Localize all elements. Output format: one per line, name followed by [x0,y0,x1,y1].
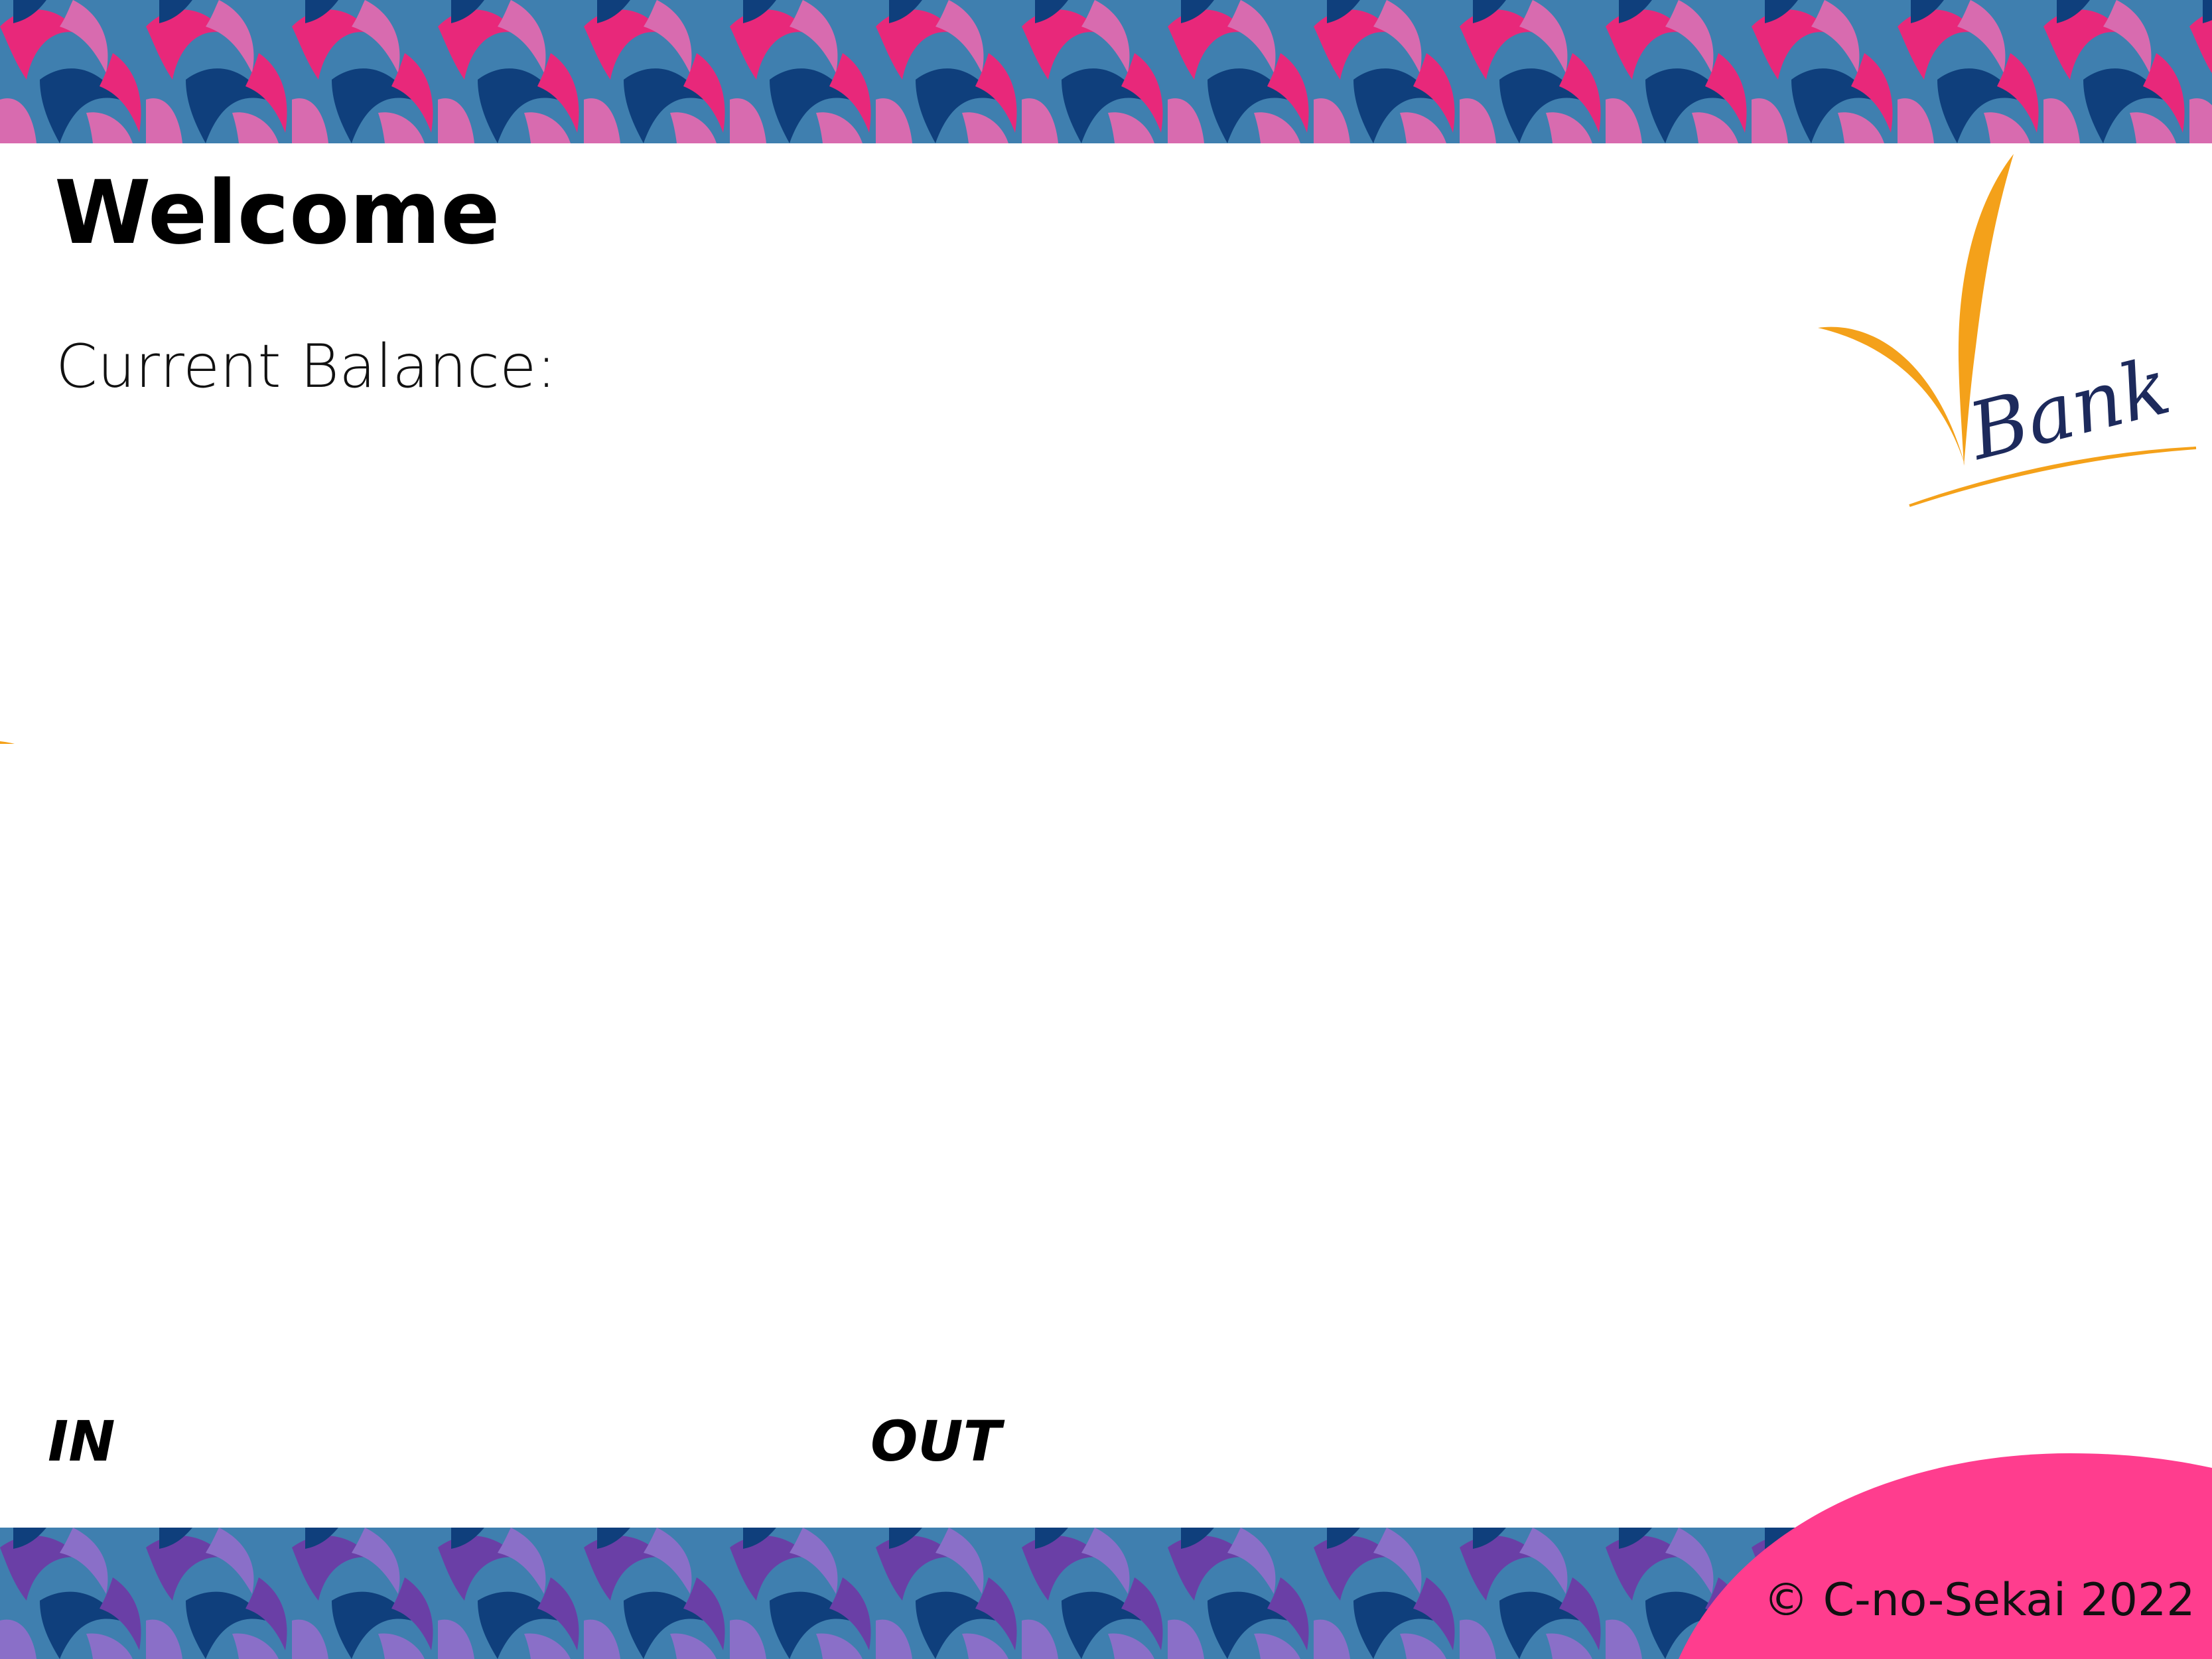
vbank-page: Welcome Current Balance: IN OUT Bank © C… [0,0,2212,1659]
in-column-header: IN [48,1409,115,1474]
top-pattern-band [0,0,2212,143]
out-column-header: OUT [870,1409,1001,1474]
vbank-logo-icon: Bank [1818,154,2197,507]
page-title: Welcome [54,162,500,264]
corner-accent-shape [1679,1453,2212,1659]
current-balance-label: Current Balance: [56,332,557,401]
edge-accent-mark [0,741,15,744]
logo-text: Bank [1959,340,2179,478]
copyright-text: © C-no-Sekai 2022 [1763,1574,2195,1626]
